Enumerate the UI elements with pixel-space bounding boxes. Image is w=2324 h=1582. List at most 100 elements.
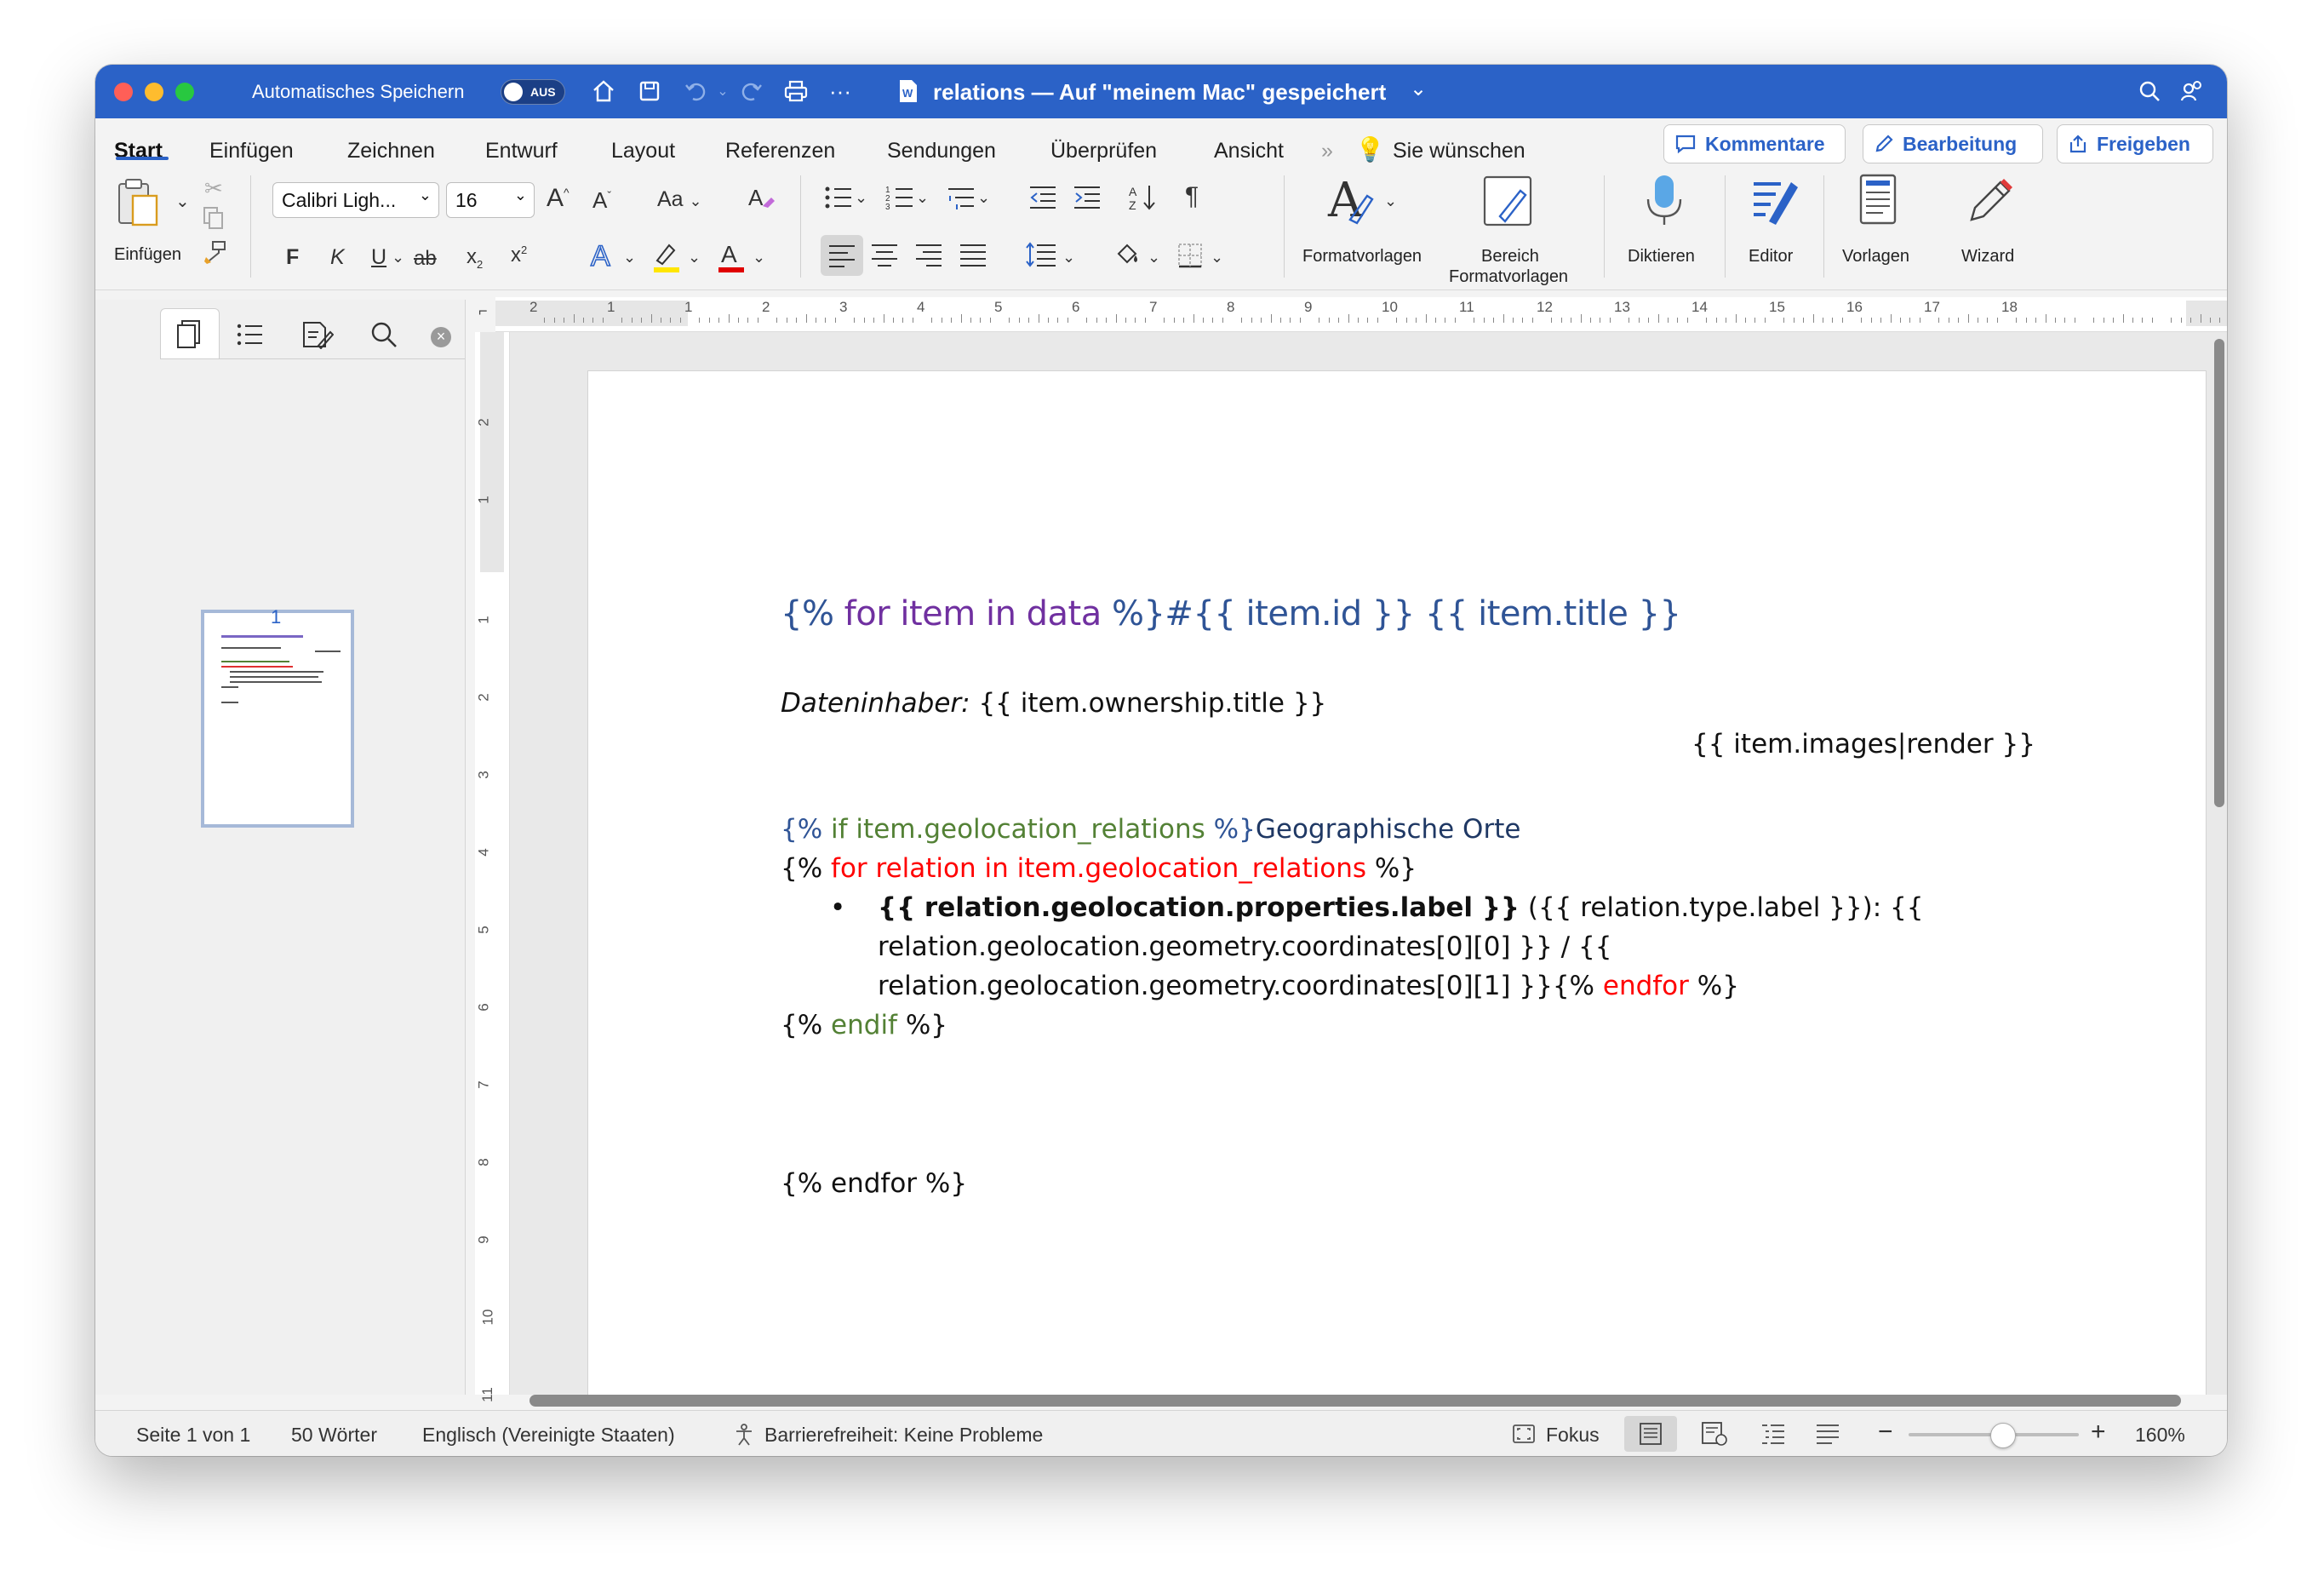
autosave-toggle[interactable]: AUS (501, 79, 565, 105)
line-spacing-dropdown-icon[interactable]: ⌄ (1062, 249, 1075, 267)
endfor-line[interactable]: {% endfor %} (781, 1168, 967, 1199)
home-icon[interactable] (589, 77, 618, 106)
chevron-down-icon[interactable]: ⌄ (1410, 77, 1427, 101)
templates-icon[interactable] (1857, 172, 1900, 234)
underline-button[interactable]: U (371, 245, 386, 270)
text-effects-dropdown-icon[interactable]: ⌄ (623, 249, 636, 267)
tab-referenzen[interactable]: Referenzen (725, 139, 835, 163)
endif-line[interactable]: {% endif %} (781, 1010, 947, 1040)
language-status[interactable]: Englisch (Vereinigte Staaten) (422, 1424, 675, 1447)
increase-indent-icon[interactable] (1073, 184, 1102, 217)
share-people-icon[interactable] (2178, 77, 2207, 106)
close-window-button[interactable] (114, 83, 133, 101)
wizard-icon[interactable] (1965, 174, 2016, 232)
more-icon[interactable]: ··· (826, 77, 855, 106)
vertical-scrollbar[interactable] (2214, 339, 2224, 807)
borders-dropdown-icon[interactable]: ⌄ (1211, 249, 1223, 267)
outline-icon[interactable] (237, 322, 264, 352)
editor-icon[interactable] (1747, 172, 1803, 234)
multilevel-list-icon[interactable] (947, 184, 976, 217)
print-icon[interactable] (781, 77, 810, 106)
font-color-dropdown-icon[interactable]: ⌄ (753, 249, 765, 267)
horizontal-ruler[interactable]: 2 1 1 2 3 4 5 6 7 8 9 10 11 12 13 14 15 16 17 18 (495, 297, 2227, 332)
clipboard-icon[interactable] (116, 177, 163, 236)
bullet-line-1[interactable]: {{ relation.geolocation.properties.label… (878, 892, 1923, 923)
text-effects-icon[interactable]: A (589, 238, 618, 278)
comments-button[interactable]: Kommentare (1663, 124, 1846, 163)
tab-einfuegen[interactable]: Einfügen (209, 139, 294, 163)
focus-button[interactable]: Fokus (1546, 1424, 1600, 1447)
zoom-in-button[interactable]: + (2091, 1418, 2106, 1447)
page-count[interactable]: Seite 1 von 1 (136, 1424, 250, 1447)
microphone-icon[interactable] (1643, 172, 1686, 234)
tab-sendungen[interactable]: Sendungen (887, 139, 996, 163)
tab-layout[interactable]: Layout (611, 139, 675, 163)
horizontal-scrollbar[interactable] (529, 1395, 2181, 1407)
decrease-indent-icon[interactable] (1028, 184, 1057, 217)
superscript-button[interactable]: x2 (511, 244, 527, 267)
align-left-button[interactable] (821, 235, 863, 276)
undo-icon[interactable] (681, 77, 710, 106)
paste-dropdown-icon[interactable]: ⌄ (175, 191, 190, 212)
bullets-icon[interactable] (824, 184, 853, 217)
editing-button[interactable]: Bearbeitung (1863, 124, 2043, 163)
multilevel-dropdown-icon[interactable]: ⌄ (977, 189, 990, 207)
zoom-out-button[interactable]: − (1878, 1418, 1893, 1447)
heading-line[interactable]: {% for item in data %}#{{ item.id }} {{ … (781, 594, 1681, 633)
copy-icon[interactable] (203, 206, 225, 236)
page-thumbnail[interactable] (201, 610, 354, 828)
for-line[interactable]: {% for relation in item.geolocation_rela… (781, 853, 1417, 884)
save-icon[interactable] (635, 77, 664, 106)
images-render-line[interactable]: {{ item.images|render }} (1691, 729, 2035, 759)
line-spacing-icon[interactable] (1025, 242, 1057, 273)
italic-button[interactable]: K (330, 245, 345, 270)
align-right-icon[interactable] (914, 242, 943, 273)
numbering-dropdown-icon[interactable]: ⌄ (916, 189, 929, 207)
format-painter-icon[interactable] (203, 240, 228, 272)
grow-font-button[interactable]: A^ (547, 184, 570, 213)
vertical-ruler[interactable]: 2 1 1 2 3 4 5 6 7 8 9 10 11 (475, 332, 510, 1402)
pilcrow-icon[interactable]: ¶ (1185, 182, 1199, 211)
styles-dropdown-icon[interactable]: ⌄ (1384, 192, 1397, 210)
borders-icon[interactable] (1176, 242, 1204, 275)
document-area[interactable]: {% for item in data %}#{{ item.id }} {{ … (510, 332, 2227, 1395)
if-line[interactable]: {% if item.geolocation_relations %}Geogr… (781, 814, 1520, 845)
close-pane-icon[interactable]: × (431, 327, 451, 347)
cut-icon[interactable]: ✂ (204, 175, 223, 202)
more-tabs-icon[interactable]: » (1321, 139, 1333, 163)
bold-button[interactable]: F (286, 245, 299, 270)
styles-pane-icon[interactable] (1481, 174, 1536, 234)
clear-formatting-icon[interactable]: A (746, 182, 776, 219)
shading-icon[interactable] (1113, 242, 1142, 273)
search-icon[interactable] (369, 320, 398, 353)
tab-entwurf[interactable]: Entwurf (485, 139, 558, 163)
redo-icon[interactable] (737, 77, 766, 106)
numbering-icon[interactable]: 123 (885, 184, 914, 217)
zoom-level[interactable]: 160% (2135, 1424, 2185, 1447)
shrink-font-button[interactable]: Aˇ (592, 187, 611, 214)
review-pane-icon[interactable] (301, 320, 335, 353)
draft-view-icon[interactable] (1815, 1421, 1840, 1450)
outline-view-icon[interactable] (1760, 1421, 1786, 1450)
search-icon[interactable] (2135, 77, 2164, 106)
subscript-button[interactable]: x2 (467, 245, 483, 271)
justify-icon[interactable] (959, 242, 987, 273)
undo-dropdown-icon[interactable]: ⌄ (708, 77, 737, 106)
font-name-select[interactable]: Calibri Ligh... ⌄ (272, 182, 439, 218)
underline-dropdown-icon[interactable]: ⌄ (392, 249, 404, 267)
web-layout-icon[interactable] (1701, 1421, 1728, 1452)
minimize-window-button[interactable] (145, 83, 163, 101)
tab-ueberpruefen[interactable]: Überprüfen (1050, 139, 1157, 163)
tell-me-input[interactable]: Sie wünschen (1393, 139, 1525, 163)
shading-dropdown-icon[interactable]: ⌄ (1148, 249, 1160, 267)
tab-zeichnen[interactable]: Zeichnen (347, 139, 435, 163)
document-page[interactable]: {% for item in data %}#{{ item.id }} {{ … (588, 371, 2206, 1395)
bullet-line-2[interactable]: relation.geolocation.geometry.coordinate… (878, 931, 1611, 962)
bullet-line-3[interactable]: relation.geolocation.geometry.coordinate… (878, 971, 1739, 1001)
document-title[interactable]: relations — Auf "meinem Mac" gespeichert (933, 79, 1386, 106)
zoom-slider-track[interactable] (1909, 1423, 2079, 1448)
font-color-icon[interactable]: A (717, 238, 746, 280)
strikethrough-button[interactable]: ab (414, 247, 437, 271)
share-button[interactable]: Freigeben (2057, 124, 2213, 163)
owner-line[interactable]: Dateninhaber: {{ item.ownership.title }} (781, 688, 1326, 719)
